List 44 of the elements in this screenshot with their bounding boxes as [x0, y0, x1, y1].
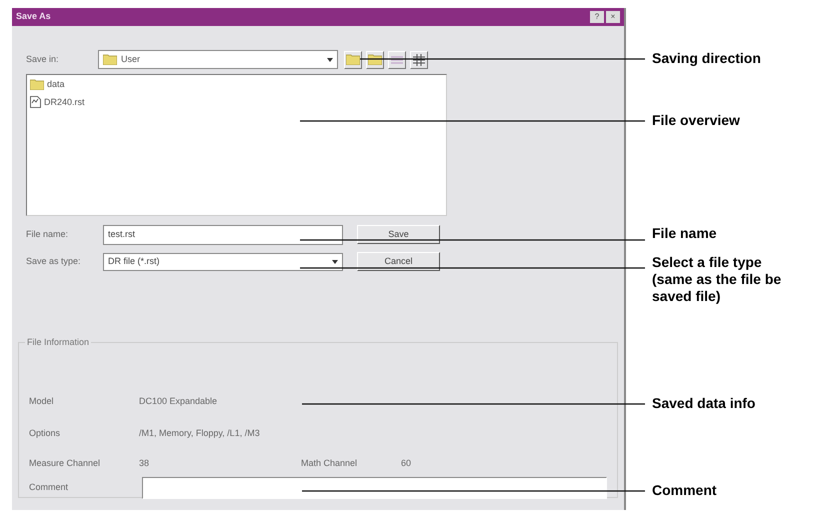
annotation-label: Saved data info [652, 395, 756, 412]
dropdown-arrow-icon [332, 260, 338, 264]
save-in-value: User [121, 52, 142, 66]
grid-icon [413, 54, 425, 66]
math-channel-value: 60 [401, 457, 412, 470]
folder-icon [346, 54, 360, 65]
cancel-button[interactable]: Cancel [357, 252, 440, 271]
new-folder-button[interactable] [366, 50, 384, 68]
close-button[interactable]: × [606, 11, 620, 23]
save-as-type-value: DR file (*.rst) [108, 255, 160, 268]
annotation-label: File overview [652, 112, 741, 129]
file-name-label: File name: [26, 228, 70, 242]
model-value: DC100 Expandable [139, 395, 218, 408]
details-view-button[interactable] [410, 50, 428, 68]
list-icon [391, 54, 403, 64]
annotation-label: File name [652, 225, 718, 242]
dropdown-arrow-icon [327, 58, 333, 62]
save-button[interactable]: Save [357, 225, 440, 244]
annotation-label: Saving direction [652, 50, 762, 67]
file-item[interactable]: DR240.rst [30, 96, 443, 109]
save-in-dropdown[interactable]: User [98, 50, 338, 69]
list-view-button[interactable] [388, 50, 406, 68]
save-as-type-label: Save as type: [26, 255, 82, 268]
annotation-label: Select a file type (same as the file be saved file) [652, 254, 782, 305]
math-channel-label: Math Channel [301, 457, 358, 470]
save-in-label: Save in: [26, 52, 60, 66]
folder-icon [368, 54, 382, 65]
file-item[interactable]: data [30, 78, 443, 92]
window-title: Save As [16, 10, 51, 24]
comment-field[interactable] [142, 476, 607, 498]
options-label: Options [29, 426, 62, 440]
comment-label: Comment [29, 480, 70, 494]
annotation-label: Comment [652, 482, 718, 499]
up-folder-button[interactable] [344, 50, 362, 68]
folder-icon [30, 79, 44, 90]
help-button[interactable]: ? [590, 11, 604, 23]
file-icon [30, 96, 41, 108]
measure-channel-value: 38 [139, 457, 150, 470]
folder-icon [103, 54, 117, 65]
measure-channel-label: Measure Channel [29, 457, 102, 470]
options-value: /M1, Memory, Floppy, /L1, /M3 [139, 426, 260, 440]
save-as-type-dropdown[interactable]: DR file (*.rst) [103, 253, 343, 271]
file-name-field[interactable]: test.rst [103, 225, 343, 245]
model-label: Model [29, 395, 55, 408]
